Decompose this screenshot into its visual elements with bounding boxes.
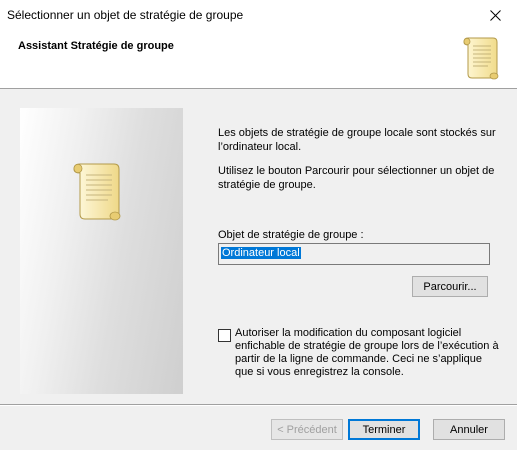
footer-divider-highlight [0, 405, 517, 406]
previous-button[interactable]: < Précédent [271, 419, 343, 440]
wizard-title: Assistant Stratégie de groupe [18, 40, 174, 52]
browse-button[interactable]: Parcourir... [412, 276, 488, 297]
wizard-side-panel [20, 108, 183, 394]
allow-command-line-checkbox[interactable] [218, 329, 231, 342]
title-bar: Sélectionner un objet de stratégie de gr… [0, 0, 517, 30]
cancel-button[interactable]: Annuler [433, 419, 505, 440]
gpo-field-label: Objet de stratégie de groupe : [218, 229, 364, 241]
description-stored-local: Les objets de stratégie de groupe locale… [218, 127, 496, 153]
window-title: Sélectionner un objet de stratégie de gr… [7, 8, 244, 22]
close-button[interactable] [473, 0, 517, 30]
gpo-field-value: Ordinateur local [221, 247, 301, 259]
scroll-icon [463, 37, 499, 80]
close-icon [489, 9, 501, 21]
allow-command-line-label: Autoriser la modification du composant l… [235, 327, 499, 378]
wizard-header: Assistant Stratégie de groupe [0, 30, 517, 89]
gpo-field[interactable]: Ordinateur local [218, 243, 490, 265]
scroll-icon [73, 163, 121, 221]
description-browse-hint: Utilisez le bouton Parcourir pour sélect… [218, 165, 495, 191]
finish-button[interactable]: Terminer [348, 419, 420, 440]
